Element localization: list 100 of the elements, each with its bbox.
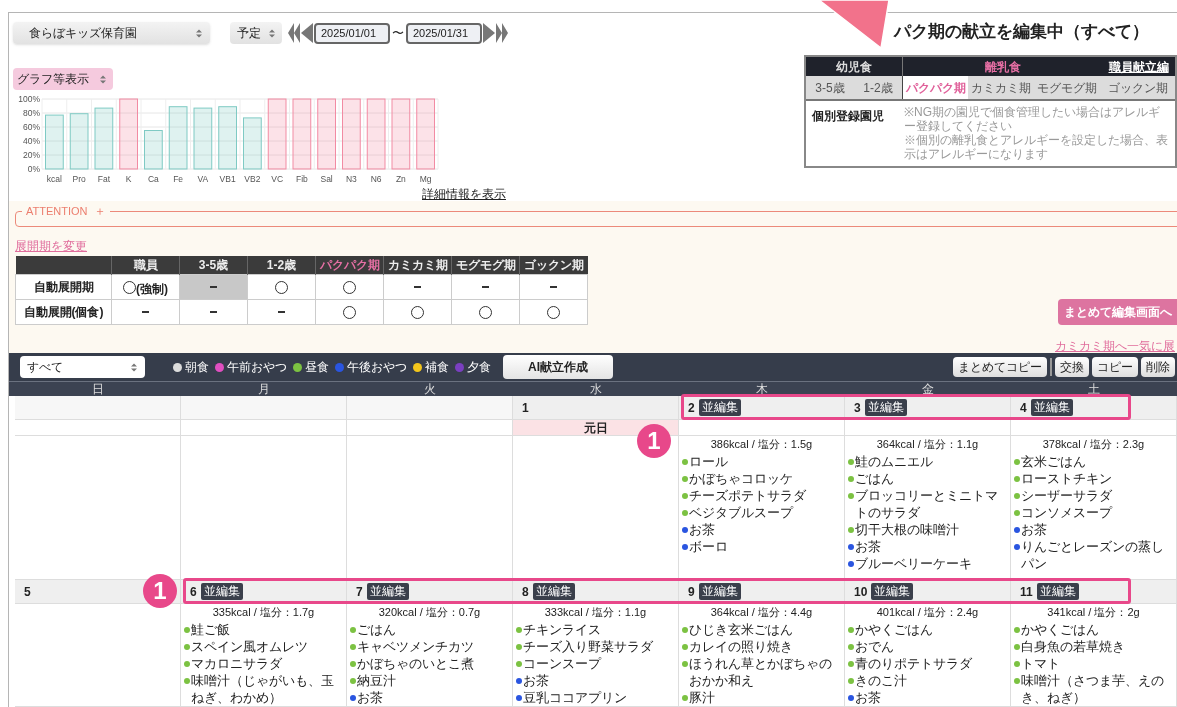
menu-item[interactable]: 納豆汁 <box>357 672 396 689</box>
period-tab[interactable]: カミカミ期 <box>968 76 1034 99</box>
menu-item[interactable]: ブロッコリーとミニトマトのサラダ <box>855 487 1007 521</box>
date-label: 8 <box>522 583 529 601</box>
note-text: (強制) <box>136 280 168 298</box>
menu-item[interactable]: チキンライス <box>523 621 601 638</box>
edit-badge[interactable]: 並編集 <box>1036 583 1079 600</box>
menu-item[interactable]: チーズポテトサラダ <box>689 487 806 504</box>
weekday-header: 火 <box>423 382 437 396</box>
x-tick-label: Ca <box>147 174 159 184</box>
bar <box>94 107 114 170</box>
dash-icon <box>142 311 149 313</box>
menu-item[interactable]: 玄米ごはん <box>1021 453 1086 470</box>
menu-item[interactable]: お茶 <box>689 521 715 538</box>
date-label: 4 <box>1020 399 1027 417</box>
menu-item[interactable]: ひじき玄米ごはん <box>689 621 793 638</box>
menu-item[interactable]: 切干大根の味噌汁 <box>855 521 959 538</box>
group-label: 幼児食 <box>836 58 872 76</box>
menu-item[interactable]: お茶 <box>855 538 881 555</box>
menu-item[interactable]: 味噌汁（じゃがいも、玉ねぎ、わかめ） <box>191 672 343 706</box>
menu-item[interactable]: シーザーサラダ <box>1021 487 1112 504</box>
menu-item[interactable]: お茶 <box>855 689 881 706</box>
menu-item[interactable]: チーズ入り野菜サラダ <box>523 638 653 655</box>
menu-item[interactable]: 白身魚の若草焼き <box>1021 638 1125 655</box>
edit-badge[interactable]: 並編集 <box>864 399 907 416</box>
left-arrow-icon[interactable] <box>301 23 313 43</box>
menu-item[interactable]: 味噌汁（さつま芋、えのき、ねぎ） <box>1021 672 1173 706</box>
dash-icon <box>210 286 217 288</box>
period-tab[interactable]: ゴックン期 <box>1100 76 1175 99</box>
bar <box>218 106 237 170</box>
bar <box>366 98 386 170</box>
menu-item[interactable]: かやくごはん <box>1021 621 1099 638</box>
bar <box>342 98 361 170</box>
x-tick-label: Pro <box>72 174 86 184</box>
action-button[interactable]: コピー <box>1092 357 1138 377</box>
menu-item[interactable]: 豆乳ココアプリン <box>523 689 627 706</box>
x-tick-label: Mg <box>419 174 432 184</box>
menu-item[interactable]: かぼちゃコロッケ <box>689 470 793 487</box>
period-tab[interactable]: 1-2歳 <box>854 76 902 99</box>
edit-badge[interactable]: 並編集 <box>200 583 243 600</box>
menu-item[interactable]: りんごとレーズンの蒸しパン <box>1021 538 1173 572</box>
double-left-arrow-icon[interactable] <box>288 23 300 43</box>
period-tab[interactable]: モグモグ期 <box>1034 76 1100 99</box>
date-field[interactable]: 2025/01/01 <box>314 22 390 44</box>
menu-item[interactable]: ボーロ <box>689 538 728 555</box>
date-label: 7 <box>356 583 363 601</box>
menu-item[interactable]: トマト <box>1021 655 1060 672</box>
edit-badge[interactable]: 並編集 <box>366 583 409 600</box>
menu-item[interactable]: スペイン風オムレツ <box>191 638 308 655</box>
edit-badge[interactable]: 並編集 <box>698 399 741 416</box>
menu-item[interactable]: おでん <box>855 638 894 655</box>
action-button[interactable]: 交換 <box>1055 357 1089 377</box>
editing-title: パク期の献立を編集中（すべて） <box>894 21 1150 43</box>
menu-item[interactable]: 青のりポテトサラダ <box>855 655 972 672</box>
edit-badge[interactable]: 並編集 <box>532 583 575 600</box>
menu-item[interactable]: ごはん <box>855 470 894 487</box>
detail-link[interactable]: 詳細情報を表示 <box>422 188 506 201</box>
menu-item[interactable]: ブルーベリーケーキ <box>855 555 972 572</box>
menu-item[interactable]: きのこ汁 <box>855 672 907 689</box>
menu-item[interactable]: コンソメスープ <box>1021 504 1112 521</box>
right-arrow-icon[interactable] <box>483 23 495 43</box>
nutrition-summary: 335kcal / 塩分：1.7g <box>212 605 315 620</box>
graph-select[interactable]: グラフ等表示 <box>13 68 113 90</box>
menu-item[interactable]: ロール <box>689 453 728 470</box>
column-header: 職員 <box>111 256 180 275</box>
edit-badge[interactable]: 並編集 <box>871 583 914 600</box>
menu-item[interactable]: ベジタブルスープ <box>689 504 793 521</box>
menu-item[interactable]: マカロニサラダ <box>191 655 282 672</box>
menu-item[interactable]: お茶 <box>523 672 549 689</box>
double-right-arrow-icon[interactable] <box>496 23 508 43</box>
staff-menu-link[interactable]: 職員献立編 <box>1102 57 1175 76</box>
ai-menu-button[interactable]: AI献立作成 <box>503 355 613 379</box>
date-field[interactable]: 2025/01/31 <box>406 22 482 44</box>
period-tab[interactable]: 3-5歳 <box>806 76 854 99</box>
menu-item[interactable]: お茶 <box>357 689 383 706</box>
mode-select[interactable]: 予定 <box>230 22 282 44</box>
filter-select[interactable]: すべて <box>20 356 145 378</box>
menu-item[interactable]: かやくごはん <box>855 621 933 638</box>
menu-item[interactable]: キャベツメンチカツ <box>357 638 474 655</box>
menu-item[interactable]: かぼちゃのいとこ煮 <box>357 655 474 672</box>
menu-item[interactable]: ローストチキン <box>1021 470 1112 487</box>
menu-item[interactable]: ほうれん草とかぼちゃのおかか和え <box>689 655 841 689</box>
menu-item[interactable]: ごはん <box>357 621 396 638</box>
action-button[interactable]: 削除 <box>1141 357 1175 377</box>
legend-label: 夕食 <box>467 359 491 376</box>
menu-item[interactable]: お茶 <box>1021 521 1047 538</box>
menu-item[interactable]: コーンスープ <box>523 655 601 672</box>
date-label: 5 <box>24 583 31 601</box>
facility-select[interactable]: 食らぼキッズ保育園 <box>13 22 210 44</box>
action-button[interactable]: まとめてコピー <box>953 357 1047 377</box>
menu-item[interactable]: 豚汁 <box>689 689 715 706</box>
edit-badge[interactable]: 並編集 <box>698 583 741 600</box>
menu-item[interactable]: カレイの照り焼き <box>689 638 793 655</box>
weekday-header: 金 <box>921 382 935 396</box>
y-tick-label: 0% <box>27 164 40 174</box>
menu-item[interactable]: 鮭のムニエル <box>855 453 933 470</box>
column-header: モグモグ期 <box>451 256 520 275</box>
menu-item[interactable]: 鮭ご飯 <box>191 621 230 638</box>
edit-badge[interactable]: 並編集 <box>1030 399 1073 416</box>
dash-icon <box>414 286 421 288</box>
